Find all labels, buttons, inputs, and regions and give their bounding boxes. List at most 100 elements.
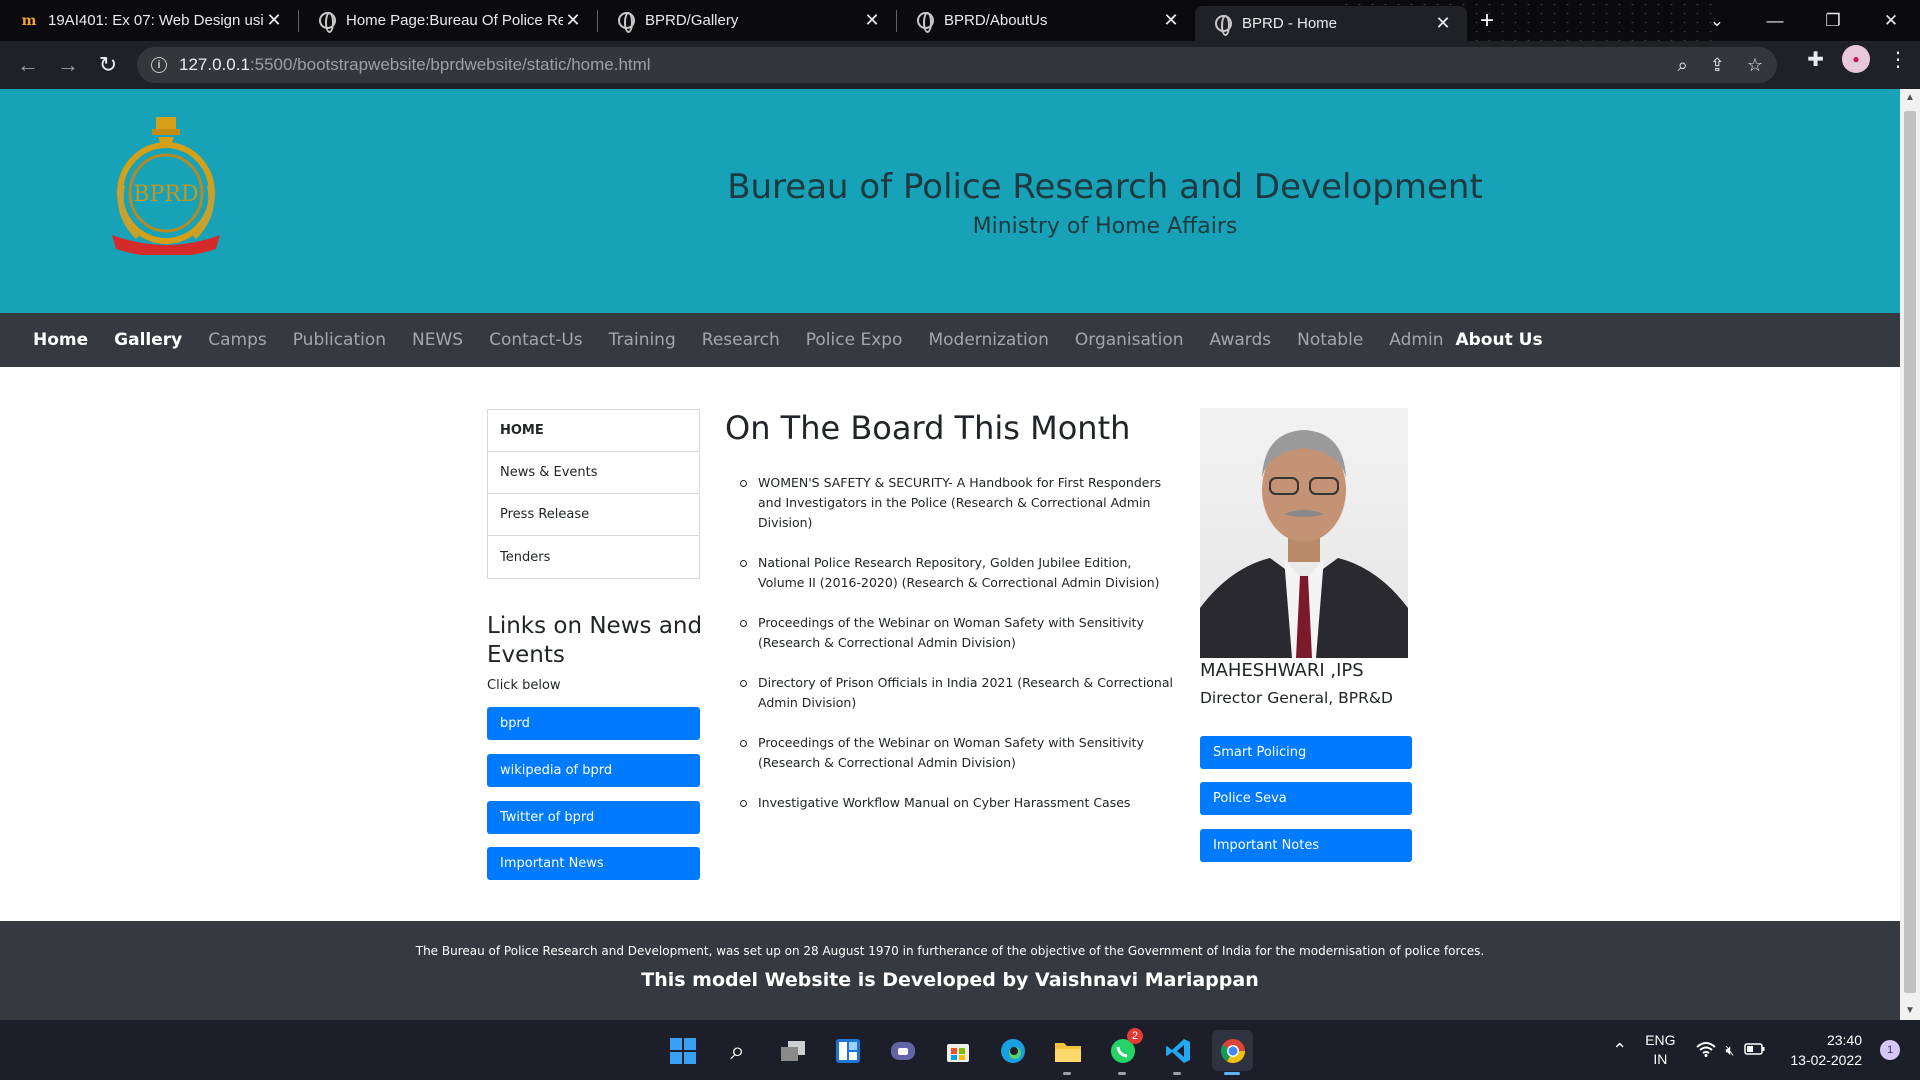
reload-icon[interactable]: ↻ xyxy=(88,45,128,85)
profile-avatar[interactable]: ● xyxy=(1842,45,1870,73)
important-notes-button[interactable]: Important Notes xyxy=(1200,829,1412,862)
important-news-button[interactable]: Important News xyxy=(487,847,700,880)
back-icon[interactable]: ← xyxy=(8,45,48,85)
list-item: Proceedings of the Webinar on Woman Safe… xyxy=(740,613,1180,653)
wikipedia-button[interactable]: wikipedia of bprd xyxy=(487,754,700,787)
running-indicator xyxy=(1224,1072,1240,1075)
battery-icon[interactable] xyxy=(1744,1042,1766,1059)
nav-research[interactable]: Research xyxy=(702,330,780,350)
side-menu-tenders[interactable]: Tenders xyxy=(488,536,699,578)
nav-awards[interactable]: Awards xyxy=(1210,330,1272,350)
smart-policing-button[interactable]: Smart Policing xyxy=(1200,736,1412,769)
zoom-icon[interactable]: ⌕ xyxy=(1678,55,1688,76)
page-scrollbar[interactable]: ▲ ▼ xyxy=(1900,89,1920,1020)
nav-organisation[interactable]: Organisation xyxy=(1075,330,1184,350)
address-bar: ← → ↻ i 127.0.0.1:5500/bootstrapwebsite/… xyxy=(0,41,1920,89)
show-hidden-icons[interactable]: ⌃ xyxy=(1612,1040,1627,1061)
police-seva-button[interactable]: Police Seva xyxy=(1200,782,1412,815)
browser-tab-bar: m 19AI401: Ex 07: Web Design using Boots… xyxy=(0,0,1920,41)
nav-admin[interactable]: Admin xyxy=(1389,330,1443,350)
tab-about-us[interactable]: BPRD/AboutUs ✕ xyxy=(897,0,1195,41)
site-title: Bureau of Police Research and Developmen… xyxy=(727,167,1483,207)
widgets-icon[interactable] xyxy=(827,1030,868,1071)
close-tab-icon[interactable]: ✕ xyxy=(264,10,284,31)
omnibox-actions: ⌕ ⇪ ☆ xyxy=(1678,47,1763,83)
chrome-icon[interactable] xyxy=(1212,1030,1253,1075)
site-info-icon[interactable]: i xyxy=(151,57,167,73)
tab-bprd-home[interactable]: BPRD - Home ✕ xyxy=(1195,6,1467,41)
bookmark-star-icon[interactable]: ☆ xyxy=(1747,55,1763,76)
edge-browser-icon[interactable] xyxy=(992,1030,1033,1071)
windows-taskbar: ⌕ 2 ⌃ ENG IN 🔇︎ 23:40 13-02-2022 1 xyxy=(0,1020,1920,1080)
links-heading: Links on News and Events xyxy=(487,613,703,668)
language-code: ENG xyxy=(1645,1032,1676,1048)
nav-police-expo[interactable]: Police Expo xyxy=(806,330,903,350)
close-window-icon[interactable]: ✕ xyxy=(1862,0,1920,41)
scrollbar-thumb[interactable] xyxy=(1904,111,1916,993)
tab-title: BPRD/AboutUs xyxy=(944,12,1048,29)
start-icon[interactable] xyxy=(662,1030,703,1071)
whatsapp-icon[interactable]: 2 xyxy=(1102,1028,1143,1075)
close-tab-icon[interactable]: ✕ xyxy=(1161,10,1181,31)
language-indicator[interactable]: ENG IN xyxy=(1645,1031,1675,1069)
tab-gallery[interactable]: BPRD/Gallery ✕ xyxy=(598,0,896,41)
side-menu-news-events[interactable]: News & Events xyxy=(488,452,699,494)
volume-muted-icon[interactable]: 🔇︎ xyxy=(1726,1042,1735,1059)
nav-home[interactable]: Home xyxy=(33,330,88,350)
footer-about-text: The Bureau of Police Research and Develo… xyxy=(415,944,1485,958)
url-host: 127.0.0.1 xyxy=(179,55,250,74)
running-indicator xyxy=(1173,1072,1181,1075)
bprd-button[interactable]: bprd xyxy=(487,707,700,740)
tab-moodle[interactable]: m 19AI401: Ex 07: Web Design using Boots… xyxy=(0,0,298,41)
nav-notable[interactable]: Notable xyxy=(1297,330,1363,350)
microsoft-store-icon[interactable] xyxy=(937,1030,978,1071)
whatsapp-badge: 2 xyxy=(1127,1028,1143,1044)
list-item: National Police Research Repository, Gol… xyxy=(740,553,1180,593)
notification-count-badge[interactable]: 1 xyxy=(1880,1040,1900,1060)
clock[interactable]: 23:40 13-02-2022 xyxy=(1790,1030,1862,1070)
vscode-icon[interactable] xyxy=(1157,1030,1198,1075)
close-tab-icon[interactable]: ✕ xyxy=(563,10,583,31)
nav-news[interactable]: NEWS xyxy=(412,330,463,350)
globe-icon xyxy=(618,12,635,33)
close-tab-icon[interactable]: ✕ xyxy=(1433,13,1453,34)
twitter-button[interactable]: Twitter of bprd xyxy=(487,801,700,834)
globe-icon xyxy=(319,12,336,33)
click-below-text: Click below xyxy=(487,678,561,693)
globe-icon xyxy=(1215,15,1232,36)
nav-training[interactable]: Training xyxy=(609,330,676,350)
tab-search-icon[interactable]: ⌄ xyxy=(1688,0,1746,41)
minimize-icon[interactable]: — xyxy=(1746,0,1804,41)
site-footer: The Bureau of Police Research and Develo… xyxy=(0,921,1900,1020)
task-view-icon[interactable] xyxy=(772,1030,813,1071)
forward-icon[interactable]: → xyxy=(48,45,88,85)
wifi-icon[interactable] xyxy=(1695,1041,1716,1060)
file-explorer-icon[interactable] xyxy=(1047,1030,1088,1075)
search-icon[interactable]: ⌕ xyxy=(717,1030,758,1071)
extensions-icon[interactable]: ✚ xyxy=(1807,47,1824,72)
window-controls: ⌄ — ❐ ✕ xyxy=(1688,0,1920,41)
nav-publication[interactable]: Publication xyxy=(293,330,386,350)
side-menu-press-release[interactable]: Press Release xyxy=(488,494,699,536)
teams-chat-icon[interactable] xyxy=(882,1030,923,1071)
restore-icon[interactable]: ❐ xyxy=(1804,0,1862,41)
nav-modernization[interactable]: Modernization xyxy=(928,330,1048,350)
menu-kebab-icon[interactable]: ⋮ xyxy=(1888,47,1908,72)
nav-contact-us[interactable]: Contact-Us xyxy=(489,330,583,350)
close-tab-icon[interactable]: ✕ xyxy=(862,10,882,31)
site-subtitle: Ministry of Home Affairs xyxy=(972,214,1238,239)
nav-camps[interactable]: Camps xyxy=(208,330,267,350)
nav-gallery[interactable]: Gallery xyxy=(114,330,182,350)
scroll-up-icon[interactable]: ▲ xyxy=(1900,89,1920,107)
scroll-down-icon[interactable]: ▼ xyxy=(1900,1002,1920,1020)
tab-home-page[interactable]: Home Page:Bureau Of Police Research and … xyxy=(299,0,597,41)
nav-about-us[interactable]: About Us xyxy=(1455,330,1542,350)
running-indicator xyxy=(1063,1072,1071,1075)
tab-title: BPRD - Home xyxy=(1242,15,1338,32)
clock-date: 13-02-2022 xyxy=(1790,1052,1862,1068)
side-menu-home[interactable]: HOME xyxy=(488,410,699,452)
url-field[interactable]: i 127.0.0.1:5500/bootstrapwebsite/bprdwe… xyxy=(137,47,1777,83)
share-icon[interactable]: ⇪ xyxy=(1710,55,1725,76)
language-region: IN xyxy=(1653,1051,1668,1067)
footer-developer-credit: This model Website is Developed by Vaish… xyxy=(641,969,1259,991)
